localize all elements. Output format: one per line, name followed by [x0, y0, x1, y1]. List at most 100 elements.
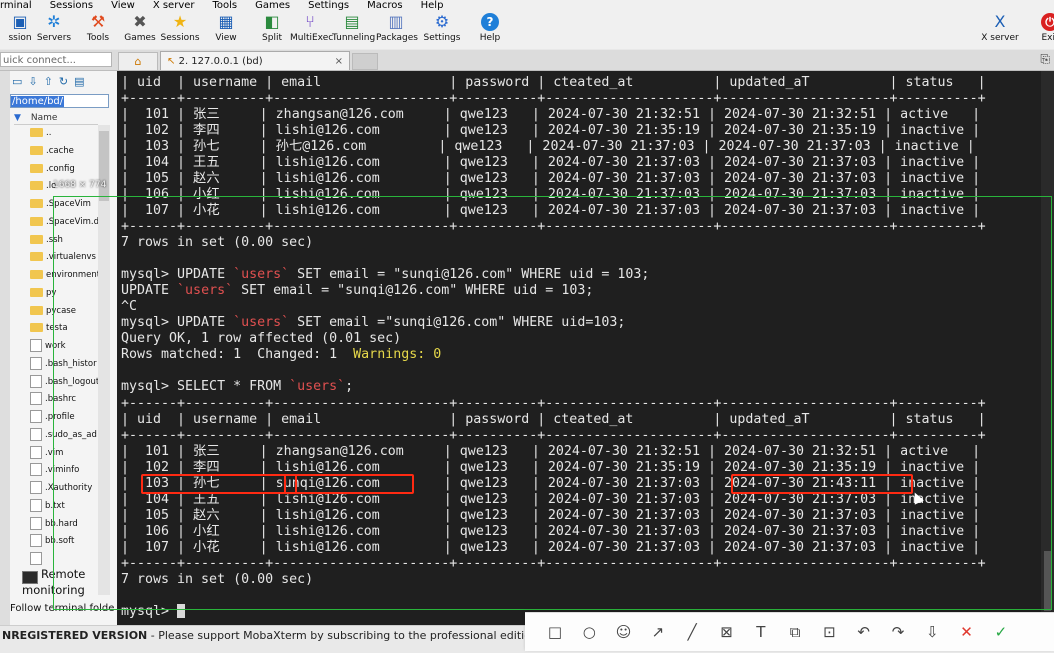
toolbar-label: Sessions — [160, 33, 200, 43]
toolbar-button-settings[interactable]: ⚙ Settings — [422, 11, 462, 49]
file-name: .viminfo — [45, 465, 80, 476]
new-tab-button[interactable] — [352, 53, 378, 70]
rectangle-tool-icon[interactable]: □ — [544, 621, 566, 643]
menu-item[interactable]: Settings — [308, 0, 349, 11]
toolbar-button-games[interactable]: ✖ Games — [120, 11, 160, 49]
file-list-item[interactable]: b.txt — [30, 498, 98, 516]
file-list-item[interactable]: bb.soft — [30, 533, 98, 551]
toolbar-label: Split — [262, 33, 282, 43]
toolbar-button-view[interactable]: ▦ View — [206, 11, 246, 49]
menu-item[interactable]: rminal — [0, 0, 32, 11]
file-list-item[interactable]: .SpaceVim — [30, 196, 98, 214]
ellipse-tool-icon[interactable]: ○ — [578, 621, 600, 643]
toolbar-button-help[interactable]: ? Help — [470, 11, 510, 49]
file-list-item[interactable]: .profile — [30, 409, 98, 427]
cmd-text: SET email = "sunqi@126.com" WHERE uid = … — [233, 283, 594, 298]
attach-icon[interactable]: ⎘ — [1040, 52, 1050, 67]
sidebar-vertical-tabs[interactable] — [0, 71, 10, 625]
toolbar-button-exit[interactable]: ⏻ Exit — [1030, 11, 1054, 49]
table-row: | 106 | 小红 | lishi@126.com | qwe123 | 20… — [121, 187, 981, 202]
file-list-item[interactable]: .virtualenvs — [30, 249, 98, 267]
mosaic-tool-icon[interactable]: ⊠ — [716, 621, 738, 643]
share-icon[interactable]: ↷ — [887, 621, 909, 643]
confirm-icon[interactable]: ✓ — [990, 621, 1012, 643]
pen-tool-icon[interactable]: ╱ — [681, 621, 703, 643]
file-list-item[interactable]: py — [30, 285, 98, 303]
terminal-area[interactable]: | uid | username | email | password | ct… — [117, 71, 1054, 625]
menu-item[interactable]: Macros — [367, 0, 402, 11]
file-list-item[interactable]: testa — [30, 320, 98, 338]
table-name: `users` — [233, 315, 290, 330]
terminal-scroll-thumb[interactable] — [1044, 551, 1051, 611]
file-list-item[interactable]: .Xauthority — [30, 480, 98, 498]
menu-item[interactable]: Games — [255, 0, 290, 11]
toolbar-button-tools[interactable]: ⚒ Tools — [78, 11, 118, 49]
file-list-item[interactable]: work — [30, 338, 98, 356]
file-icon — [30, 481, 42, 494]
file-list-item[interactable]: pycase — [30, 303, 98, 321]
terminal-scrollbar[interactable] — [1041, 71, 1054, 625]
file-list-item[interactable]: .. — [30, 125, 98, 143]
refresh-icon[interactable]: ↻ — [59, 75, 68, 88]
table-row: | 105 | 赵六 | lishi@126.com | qwe123 | 20… — [121, 508, 981, 523]
arrow-tool-icon[interactable]: ↗ — [647, 621, 669, 643]
path-field[interactable]: /home/bd/ — [10, 94, 109, 108]
upload-icon[interactable]: ⇧ — [44, 75, 53, 88]
toolbar-label: Settings — [423, 33, 461, 43]
copy-tool-icon[interactable]: ⧉ — [784, 621, 806, 643]
home-tab[interactable]: ⌂ — [118, 52, 158, 71]
download-icon[interactable]: ⇩ — [28, 75, 37, 88]
file-list-item[interactable]: .SpaceVim.d — [30, 214, 98, 232]
main-toolbar: ▣ ssion ✲ Servers ⚒ Tools ✖ Games ★ Sessions ▦ View… — [0, 11, 1054, 49]
file-list-item[interactable]: .config — [30, 161, 98, 179]
tab-session[interactable]: ↖ 2. 127.0.0.1 (bd) × — [160, 51, 350, 70]
file-name: py — [46, 287, 57, 298]
folder-up-icon[interactable]: ▭ — [12, 75, 22, 88]
undo-icon[interactable]: ↶ — [853, 621, 875, 643]
terminal-icon: ↖ — [167, 56, 176, 67]
file-list-item[interactable]: .ssh — [30, 232, 98, 250]
follow-terminal-folder-checkbox[interactable]: Follow terminal folde — [10, 603, 114, 614]
file-list-item[interactable]: environment — [30, 267, 98, 285]
file-name: .bash_logout — [45, 376, 98, 387]
file-list-item[interactable]: .bash_histor — [30, 356, 98, 374]
quick-connect-input[interactable]: uick connect... — [0, 52, 112, 67]
toolbar-button-sessions[interactable]: ★ Sessions — [160, 11, 200, 49]
remote-monitoring-toggle[interactable]: Remote monitoring — [22, 568, 117, 597]
emoji-tool-icon[interactable]: ☺ — [613, 621, 635, 643]
warnings-text: Warnings: 0 — [353, 347, 442, 362]
text-tool-icon[interactable]: T — [750, 621, 772, 643]
menu-item[interactable]: Tools — [213, 0, 238, 11]
file-list-item[interactable]: .bashrc — [30, 391, 98, 409]
ocr-tool-icon[interactable]: ⊡ — [818, 621, 840, 643]
toolbar-button-split[interactable]: ◧ Split — [252, 11, 292, 49]
file-list-item[interactable]: .bash_logout — [30, 374, 98, 392]
menu-item[interactable]: Help — [421, 0, 444, 11]
support-message[interactable]: - Please support MobaXterm by subscribin… — [147, 629, 549, 642]
file-list-item[interactable]: .viminfo — [30, 462, 98, 480]
toolbar-button-tunneling[interactable]: ▤ Tunneling — [332, 11, 375, 49]
file-name: .vim — [45, 447, 64, 458]
toolbar-button-multiexec[interactable]: ⑂ MultiExec — [290, 11, 333, 49]
file-name: .Xauthority — [45, 483, 93, 493]
download-icon[interactable]: ⇩ — [921, 621, 943, 643]
name-column-header[interactable]: ▼ Name — [14, 112, 98, 125]
cancel-icon[interactable]: ✕ — [956, 621, 978, 643]
command-line: UPDATE `users` SET email = "sunqi@126.co… — [121, 283, 593, 299]
new-folder-icon[interactable]: ▤ — [74, 75, 84, 88]
toolbar-button-packages[interactable]: ▥ Packages — [376, 11, 418, 49]
file-list-item[interactable]: .vim — [30, 445, 98, 463]
prompt-line[interactable]: mysql> — [121, 604, 186, 620]
file-list-item[interactable]: bb.hard — [30, 516, 98, 534]
menu-item[interactable]: Sessions — [50, 0, 93, 11]
toolbar-button-servers[interactable]: ✲ Servers — [34, 11, 74, 49]
folder-icon — [30, 287, 43, 297]
file-list-item[interactable]: .cache — [30, 143, 98, 161]
close-tab-icon[interactable]: × — [335, 52, 343, 71]
sidebar-scroll-thumb[interactable] — [99, 131, 109, 201]
menu-item[interactable]: X server — [153, 0, 195, 11]
toolbar-button-x-server[interactable]: X X server — [980, 11, 1020, 49]
file-list-item[interactable]: .sudo_as_ad — [30, 427, 98, 445]
menu-item[interactable]: View — [111, 0, 135, 11]
file-icon — [30, 374, 42, 388]
